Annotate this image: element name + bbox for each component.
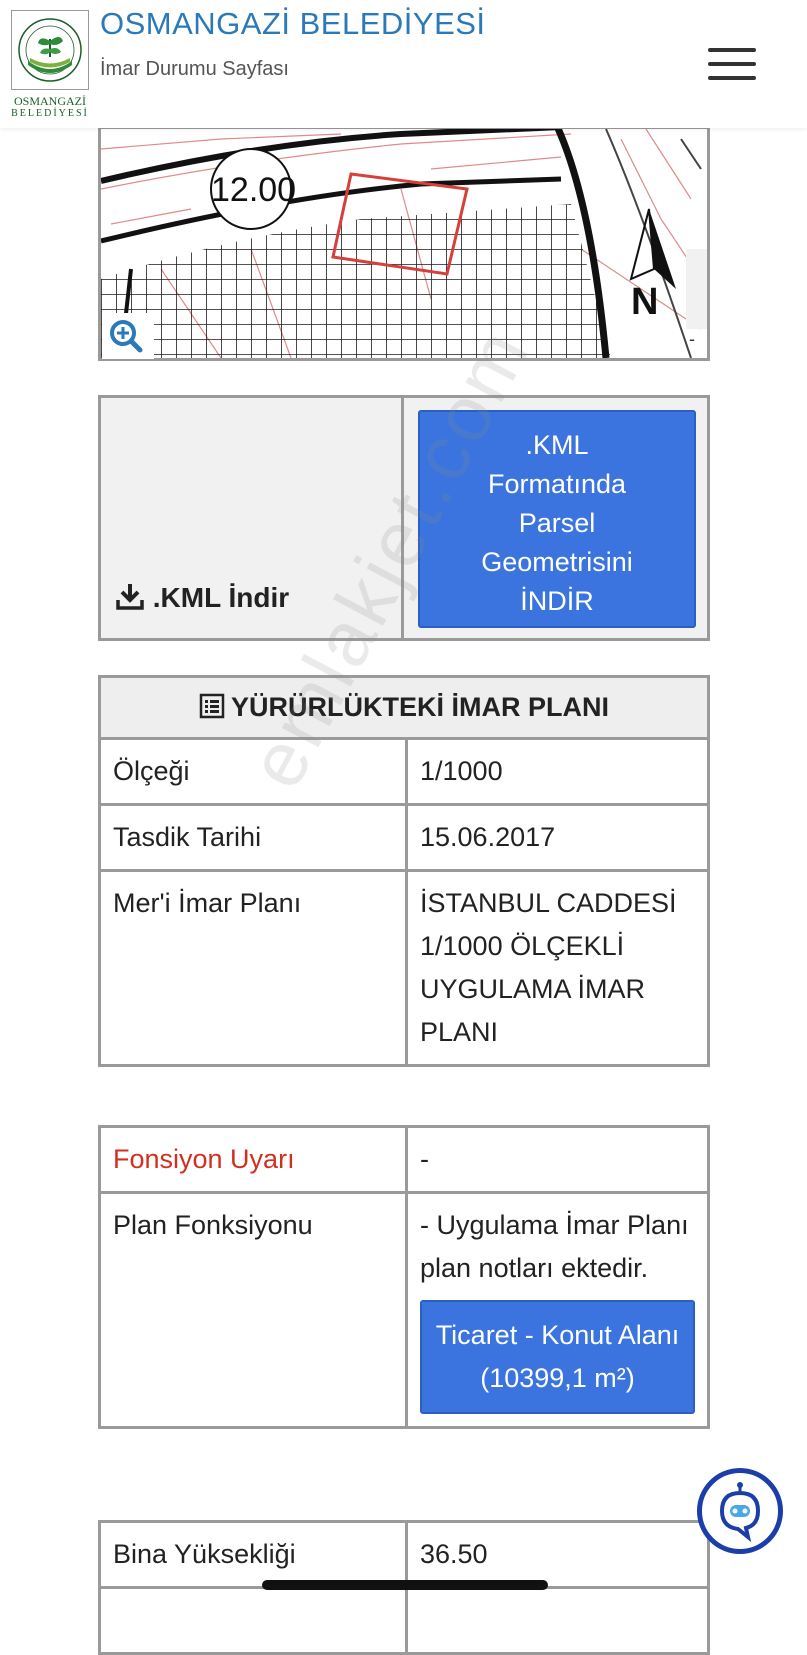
- next-row-label: [98, 1586, 408, 1655]
- plan-function-table: Fonsiyon Uyarı - Plan Fonksiyonu - Uygul…: [98, 1125, 710, 1429]
- approval-date-value: 15.06.2017: [405, 803, 710, 872]
- chat-assistant-icon: [719, 1482, 761, 1543]
- kml-download-link[interactable]: .KML İndir: [115, 581, 289, 614]
- zoning-plan-title: YÜRÜRLÜKTEKİ İMAR PLANI: [231, 692, 609, 722]
- kml-download-label: .KML İndir: [152, 582, 290, 613]
- north-label: N: [631, 281, 659, 323]
- kml-download-section: .KML İndir .KML Formatında Parsel Geomet…: [98, 395, 710, 641]
- table-row: Tasdik Tarihi 15.06.2017: [98, 803, 710, 872]
- function-warning-value: -: [405, 1125, 710, 1194]
- function-warning-label: Fonsiyon Uyarı: [98, 1125, 408, 1194]
- table-row: Bina Yüksekliği 36.50: [98, 1520, 710, 1589]
- kml-button-line: İNDİR: [520, 586, 594, 616]
- kml-button-line: Formatında: [487, 469, 627, 499]
- table-row: Ölçeği 1/1000: [98, 737, 710, 806]
- map-minus-label: -: [689, 329, 695, 349]
- active-plan-label: Mer'i İmar Planı: [98, 869, 408, 1067]
- active-plan-value: İSTANBUL CADDESİ 1/1000 ÖLÇEKLİ UYGULAMA…: [405, 869, 710, 1067]
- table-row: Plan Fonksiyonu - Uygulama İmar Planı pl…: [98, 1191, 710, 1429]
- logo-text-sub: BELEDİYESİ: [11, 108, 89, 119]
- kml-parcel-geometry-button[interactable]: .KML Formatında Parsel Geometrisini İNDİ…: [418, 410, 696, 628]
- table-row: Fonsiyon Uyarı -: [98, 1125, 710, 1194]
- table-row: Mer'i İmar Planı İSTANBUL CADDESİ 1/1000…: [98, 869, 710, 1067]
- plan-function-text: - Uygulama İmar Planı plan notları ekted…: [420, 1210, 689, 1283]
- building-height-value: 36.50: [405, 1520, 710, 1589]
- map-zoom-button[interactable]: [102, 313, 154, 359]
- home-indicator[interactable]: [262, 1580, 548, 1590]
- parcel-map[interactable]: 12.00 N -: [98, 126, 710, 361]
- approval-date-label: Tasdik Tarihi: [98, 803, 408, 872]
- site-title[interactable]: OSMANGAZİ BELEDİYESİ: [100, 6, 486, 42]
- chat-assistant-button[interactable]: [697, 1468, 783, 1554]
- kml-left-cell: .KML İndir: [101, 398, 404, 638]
- list-icon: [199, 693, 225, 719]
- scale-value: 1/1000: [405, 737, 710, 806]
- download-icon: [116, 584, 144, 610]
- kml-button-line: .KML: [525, 430, 589, 460]
- scale-label: Ölçeği: [98, 737, 408, 806]
- hamburger-icon[interactable]: [708, 48, 756, 82]
- logo-text-main: OSMANGAZİ: [14, 94, 86, 108]
- leaf-emblem-icon: [18, 18, 82, 82]
- plan-function-label: Plan Fonksiyonu: [98, 1191, 408, 1429]
- kml-button-line: Geometrisini: [481, 547, 633, 577]
- table-row: [98, 1586, 710, 1655]
- road-width-label: 12.00: [211, 171, 297, 209]
- site-header: OSMANGAZİ BELEDİYESİ OSMANGAZİ BELEDİYES…: [0, 0, 807, 128]
- zoning-map-drawing: [101, 129, 707, 358]
- zoning-plan-table: YÜRÜRLÜKTEKİ İMAR PLANI Ölçeği 1/1000 Ta…: [98, 675, 710, 1067]
- building-height-label: Bina Yüksekliği: [98, 1520, 408, 1589]
- kml-button-line: Parsel: [518, 508, 596, 538]
- municipality-logo[interactable]: OSMANGAZİ BELEDİYESİ: [10, 10, 90, 120]
- zoom-in-icon: [110, 320, 143, 353]
- commercial-residential-area-button[interactable]: Ticaret - Konut Alanı (10399,1 m²): [420, 1300, 695, 1414]
- zoning-plan-header: YÜRÜRLÜKTEKİ İMAR PLANI: [98, 675, 710, 740]
- logo-emblem: [11, 10, 89, 90]
- page-subtitle: İmar Durumu Sayfası: [100, 58, 289, 80]
- next-row-value: [405, 1586, 710, 1655]
